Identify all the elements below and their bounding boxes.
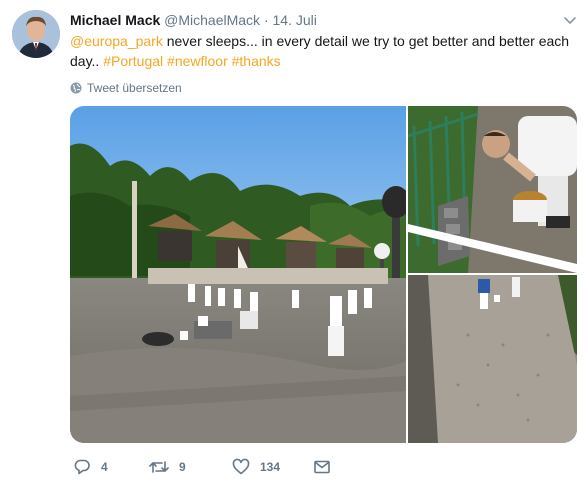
translate-label: Tweet übersetzen [87,81,182,95]
reply-count: 4 [101,460,108,474]
photo-worker-bucket[interactable] [408,106,577,273]
avatar[interactable] [12,10,60,58]
media-grid [70,106,577,443]
retweet-button[interactable]: 9 [149,457,186,477]
tweet-date[interactable]: 14. Juli [273,12,317,28]
envelope-icon [314,460,330,474]
tweet-actions: 4 9 134 [70,457,550,477]
hashtag-portugal[interactable]: #Portugal [103,53,163,69]
direct-message-button[interactable] [313,457,331,477]
translate-link[interactable]: Tweet übersetzen [70,80,182,96]
chevron-down-icon[interactable] [562,12,578,28]
retweet-count: 9 [179,460,186,474]
mention-link[interactable]: @europa_park [70,33,163,49]
hashtag-newfloor[interactable]: #newfloor [167,53,228,69]
author-handle[interactable]: @MichaelMack [164,12,260,28]
separator-dot: · [263,12,269,28]
reply-button[interactable]: 4 [73,457,108,477]
globe-icon [70,82,82,94]
like-button[interactable]: 134 [232,457,280,477]
like-count: 134 [260,460,281,474]
heart-icon [232,458,250,475]
reply-icon [74,459,90,475]
hashtag-thanks[interactable]: #thanks [232,53,281,69]
photo-workers-plaza[interactable] [70,106,406,443]
photo-new-floor-path[interactable] [408,275,577,443]
retweet-icon [149,461,169,473]
author-name[interactable]: Michael Mack [70,12,160,28]
tweet-text: @europa_park never sleeps... in every de… [70,31,575,71]
tweet-header: Michael Mack @MichaelMack · 14. Juli [70,10,570,30]
